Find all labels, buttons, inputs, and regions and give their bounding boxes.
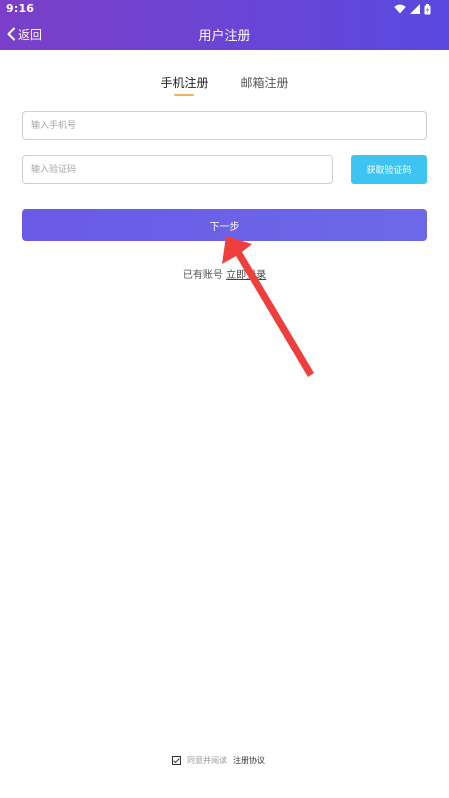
phone-input[interactable]: [22, 111, 427, 140]
login-link[interactable]: 立即登录: [226, 270, 266, 281]
get-code-button[interactable]: 获取验证码: [351, 155, 427, 184]
wifi-icon: [394, 4, 406, 14]
next-step-button[interactable]: 下一步: [22, 209, 427, 241]
page-title: 用户注册: [198, 29, 251, 44]
login-prompt: 已有账号: [182, 270, 223, 281]
agreement-checkbox[interactable]: [172, 755, 181, 765]
tab-phone-register[interactable]: 手机注册: [158, 72, 210, 102]
battery-icon: [424, 3, 431, 14]
active-tab-indicator: [174, 94, 195, 96]
login-prompt-line: 已有账号 立即登录: [0, 266, 449, 281]
agreement-text: 同意并阅读: [187, 755, 227, 765]
agreement-row: 同意并阅读 注册协议: [172, 753, 265, 767]
tab-email-register[interactable]: 邮箱注册: [239, 72, 291, 102]
verification-code-input[interactable]: [22, 155, 333, 184]
tab-phone-label: 手机注册: [160, 76, 209, 90]
signal-icon: [410, 4, 420, 14]
agreement-link[interactable]: 注册协议: [233, 755, 265, 766]
tab-email-label: 邮箱注册: [240, 76, 289, 90]
status-icons: [394, 3, 431, 15]
register-tabs: 手机注册 邮箱注册: [0, 72, 449, 102]
top-bar: 9:16 返回 用户注册: [0, 0, 449, 50]
status-time: 9:16: [6, 2, 35, 15]
